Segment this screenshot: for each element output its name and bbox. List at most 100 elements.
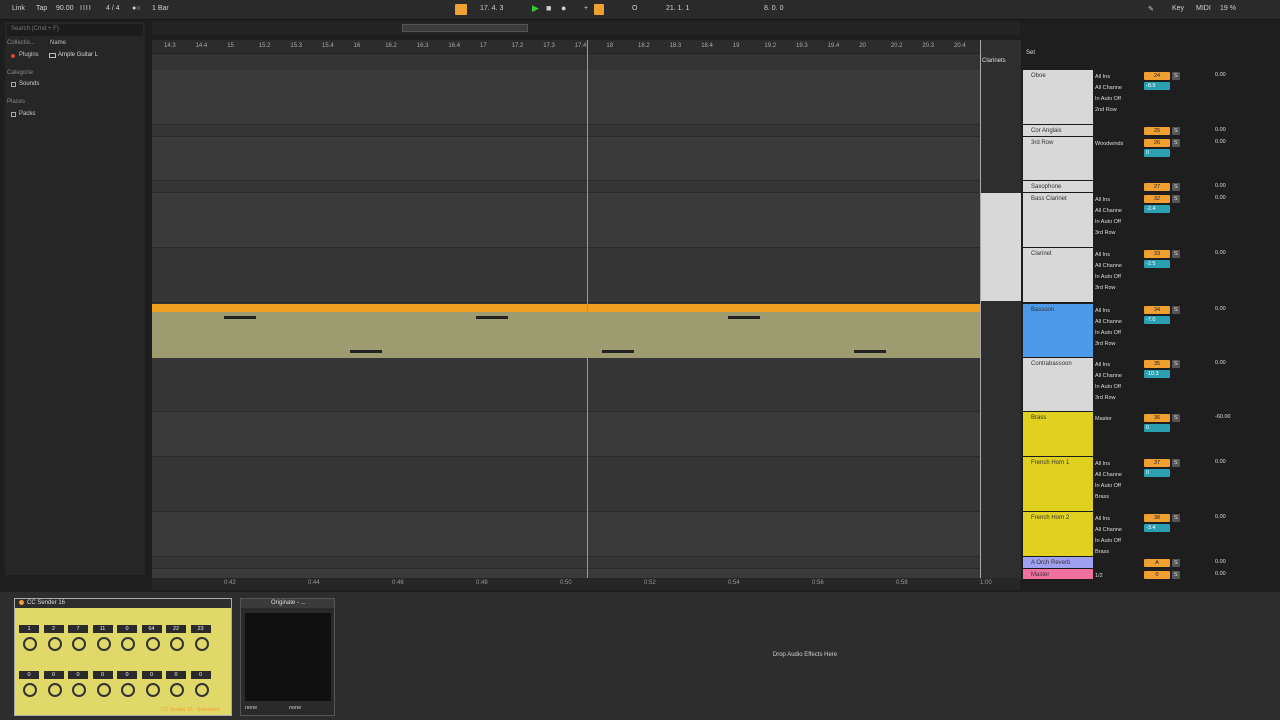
io-mon[interactable]: In Auto Off bbox=[1095, 272, 1141, 283]
pan-field[interactable]: 0 bbox=[1144, 149, 1170, 157]
cc-number[interactable]: 11 bbox=[92, 625, 113, 633]
track-header[interactable]: Brass bbox=[1023, 412, 1093, 457]
solo-button[interactable]: S bbox=[1172, 360, 1180, 368]
cc-knob[interactable] bbox=[47, 683, 62, 697]
track-header[interactable]: French Horn 2 bbox=[1023, 512, 1093, 557]
track-activator[interactable]: 26 bbox=[1144, 139, 1170, 147]
loop-icon[interactable]: O bbox=[632, 5, 637, 12]
io-input[interactable]: Woodwinds bbox=[1095, 139, 1141, 150]
io-chan[interactable]: All Channe bbox=[1095, 317, 1141, 328]
io-chan[interactable]: All Channe bbox=[1095, 261, 1141, 272]
cc-value[interactable]: 0 bbox=[141, 671, 162, 679]
volume-field[interactable]: 0.00 bbox=[1215, 183, 1260, 189]
midi-map-button[interactable]: MIDI bbox=[1196, 5, 1211, 12]
track-header[interactable]: French Horn 1 bbox=[1023, 457, 1093, 512]
stop-icon[interactable]: ■ bbox=[546, 3, 551, 13]
tempo-field[interactable]: 90.00 bbox=[56, 5, 74, 12]
metronome-icon[interactable]: ●○ bbox=[132, 5, 140, 12]
pan-field[interactable]: -8.9 bbox=[1144, 82, 1170, 90]
volume-field[interactable]: 0.00 bbox=[1215, 250, 1260, 256]
cc-sender-device[interactable]: CC Sender 16 1 0 2 0 7 0 11 0 0 0 64 0 22 0 23 0 CC Sen… bbox=[14, 598, 232, 716]
track-activator[interactable]: 32 bbox=[1144, 195, 1170, 203]
cc-knob[interactable] bbox=[47, 637, 62, 651]
midi-note[interactable] bbox=[476, 316, 508, 319]
pan-field[interactable]: 0 bbox=[1144, 469, 1170, 477]
cc-knob[interactable] bbox=[23, 683, 37, 697]
io-input[interactable]: All Ins bbox=[1095, 360, 1141, 371]
solo-button[interactable]: S bbox=[1172, 306, 1180, 314]
io-route[interactable]: 3rd Row bbox=[1095, 339, 1141, 350]
category-item[interactable]: Sounds bbox=[7, 79, 47, 91]
io-mon[interactable]: In Auto Off bbox=[1095, 481, 1141, 492]
io-route[interactable]: 3rd Row bbox=[1095, 283, 1141, 294]
pan-field[interactable]: -10.3 bbox=[1144, 370, 1170, 378]
solo-button[interactable]: S bbox=[1172, 183, 1180, 191]
volume-field[interactable]: 0.00 bbox=[1215, 139, 1260, 145]
tap-button[interactable]: Tap bbox=[36, 5, 47, 12]
track-lane[interactable] bbox=[152, 137, 980, 181]
pan-field[interactable]: -7.0 bbox=[1144, 316, 1170, 324]
cc-knob[interactable] bbox=[170, 637, 184, 651]
quantize-select[interactable]: 1 Bar bbox=[152, 5, 169, 12]
select-2[interactable]: none bbox=[289, 705, 301, 711]
track-header[interactable]: Clarinet bbox=[1023, 248, 1093, 303]
cc-knob[interactable] bbox=[145, 683, 160, 697]
cc-value[interactable]: 0 bbox=[19, 671, 39, 679]
pencil-icon[interactable]: ✎ bbox=[1148, 5, 1154, 13]
pan-field[interactable]: 0 bbox=[1144, 424, 1170, 432]
follow-button[interactable] bbox=[455, 4, 467, 15]
track-activator[interactable]: 35 bbox=[1144, 360, 1170, 368]
cc-value[interactable]: 0 bbox=[92, 671, 113, 679]
track-activator[interactable]: 36 bbox=[1144, 414, 1170, 422]
midi-note[interactable] bbox=[224, 316, 256, 319]
cc-knob[interactable] bbox=[96, 683, 111, 697]
draw-mode-icon[interactable] bbox=[594, 4, 604, 15]
solo-button[interactable]: S bbox=[1172, 414, 1180, 422]
io-chan[interactable]: All Channe bbox=[1095, 83, 1141, 94]
play-icon[interactable]: ▶ bbox=[532, 3, 539, 14]
pan-field[interactable]: -3.4 bbox=[1144, 524, 1170, 532]
solo-button[interactable]: S bbox=[1172, 571, 1180, 579]
place-item[interactable]: Packs bbox=[7, 109, 47, 121]
io-input[interactable]: All Ins bbox=[1095, 514, 1141, 525]
track-lane[interactable] bbox=[152, 70, 980, 125]
scroll-thumb[interactable] bbox=[402, 24, 528, 32]
track-lane[interactable] bbox=[152, 358, 980, 412]
cc-value[interactable]: 0 bbox=[117, 671, 137, 679]
volume-field[interactable]: 0.00 bbox=[1215, 559, 1260, 565]
track-header[interactable]: 3rd Row bbox=[1023, 137, 1093, 181]
track-lane[interactable] bbox=[152, 181, 980, 193]
track-lane[interactable] bbox=[152, 125, 980, 137]
track-header[interactable]: Contrabassoon bbox=[1023, 358, 1093, 412]
track-lane[interactable] bbox=[152, 557, 980, 569]
cc-knob[interactable] bbox=[194, 637, 209, 651]
volume-field[interactable]: 0.00 bbox=[1215, 306, 1260, 312]
cc-value[interactable]: 0 bbox=[43, 671, 64, 679]
cc-number[interactable]: 23 bbox=[190, 625, 211, 633]
solo-button[interactable]: S bbox=[1172, 559, 1180, 567]
track-activator[interactable]: 38 bbox=[1144, 514, 1170, 522]
cc-number[interactable]: 22 bbox=[166, 625, 186, 633]
xy-display[interactable] bbox=[245, 613, 331, 701]
midi-note[interactable] bbox=[350, 350, 382, 353]
track-activator[interactable]: 34 bbox=[1144, 306, 1170, 314]
track-activator[interactable]: 37 bbox=[1144, 459, 1170, 467]
cc-number[interactable]: 0 bbox=[117, 625, 137, 633]
io-route[interactable]: Brass bbox=[1095, 547, 1141, 558]
cc-value[interactable]: 0 bbox=[166, 671, 186, 679]
solo-button[interactable]: S bbox=[1172, 127, 1180, 135]
volume-field[interactable]: 0.00 bbox=[1215, 514, 1260, 520]
volume-field[interactable]: 0.00 bbox=[1215, 459, 1260, 465]
track-activator[interactable]: A bbox=[1144, 559, 1170, 567]
io-chan[interactable]: All Channe bbox=[1095, 206, 1141, 217]
io-input[interactable]: All Ins bbox=[1095, 459, 1141, 470]
track-lane[interactable] bbox=[152, 512, 980, 557]
pan-field[interactable]: -2.5 bbox=[1144, 260, 1170, 268]
record-icon[interactable]: ● bbox=[561, 3, 566, 13]
track-header[interactable]: Bass Clarinet bbox=[1023, 193, 1093, 248]
track-lane[interactable] bbox=[152, 457, 980, 512]
add-icon[interactable]: + bbox=[584, 5, 588, 12]
track-lane[interactable] bbox=[152, 193, 980, 248]
volume-field[interactable]: 0.00 bbox=[1215, 195, 1260, 201]
io-chan[interactable]: All Channe bbox=[1095, 470, 1141, 481]
